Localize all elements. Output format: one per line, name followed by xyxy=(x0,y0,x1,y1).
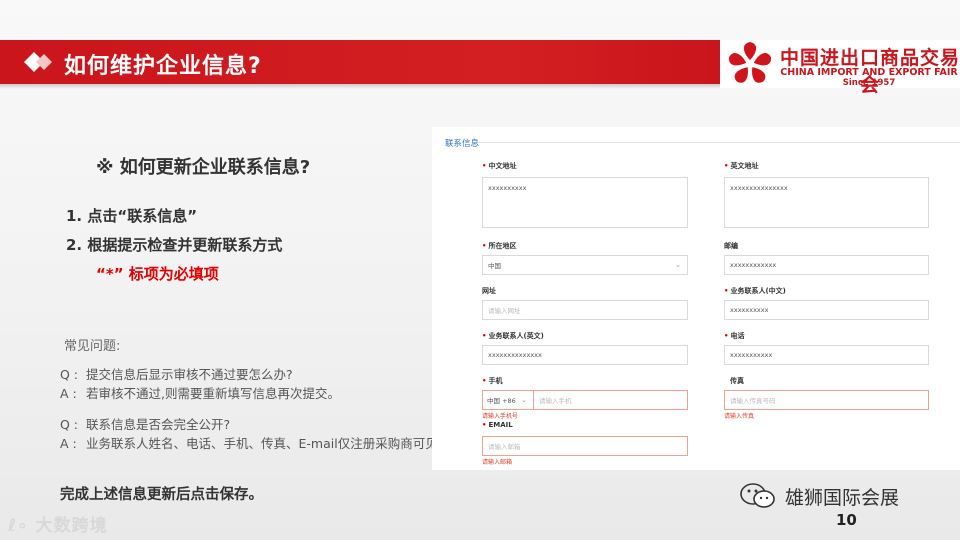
answer-text: 若审核不通过,则需要重新填写信息再次提交。 xyxy=(86,386,340,401)
question-text: 提交信息后显示审核不通过要怎么办? xyxy=(86,367,293,382)
chevron-down-icon: ⌄ xyxy=(675,261,681,269)
contact-cn-label: • 业务联系人(中文) xyxy=(724,287,786,295)
website-input[interactable]: 请输入网址 xyxy=(482,300,688,320)
email-error: 请输入邮箱 xyxy=(482,459,513,466)
cn-address-label: • 中文地址 xyxy=(482,162,517,170)
watermark-right: 雄狮国际会展 xyxy=(785,487,900,509)
answer-label: A : xyxy=(60,386,77,401)
mobile-error: 请输入手机号 xyxy=(482,413,519,420)
faq-item: Q : 提交信息后显示审核不通过要怎么办? A : 若审核不通过,则需要重新填写信息… xyxy=(60,365,340,403)
faq-item: Q : 联系信息是否会完全公开? A : 业务联系人姓名、电话、手机、传真、E-ma… xyxy=(60,415,450,453)
cn-address-input[interactable]: xxxxxxxxxx xyxy=(482,177,688,228)
region-select[interactable]: 中国 ⌄ xyxy=(482,255,688,275)
fax-error: 请输入传真 xyxy=(724,413,755,420)
fax-input[interactable]: 请输入传真号码 xyxy=(724,390,929,410)
contact-en-label: • 业务联系人(英文) xyxy=(482,332,544,340)
logo-since: Since 1957 xyxy=(842,78,896,88)
mobile-label: • 手机 xyxy=(482,377,503,385)
required-field-note: “*” 标项为必填项 xyxy=(96,265,219,283)
website-label: 网址 xyxy=(482,287,496,295)
email-input[interactable]: 请输入邮箱 xyxy=(482,436,688,456)
form-section-title: 联系信息 xyxy=(445,139,480,149)
canton-fair-flower-logo-icon xyxy=(729,42,771,83)
page-number: 10 xyxy=(836,511,857,529)
phone-label: • 电话 xyxy=(724,332,745,340)
answer-label: A : xyxy=(60,436,77,451)
step-item: 1. 点击“联系信息” xyxy=(66,207,198,225)
en-address-input[interactable]: xxxxxxxxxxxxxxx xyxy=(724,177,929,228)
country-code-select[interactable]: 中国 +86 ⌄ xyxy=(482,390,534,410)
answer-text: 业务联系人姓名、电话、手机、传真、E-mail仅注册采购商可见。 xyxy=(86,436,451,451)
title-bar-shadow xyxy=(0,84,720,89)
chevron-down-icon: ⌄ xyxy=(521,396,527,404)
question-text: 联系信息是否会完全公开? xyxy=(86,417,231,432)
watermark-left: ℓ∘ 大数跨境 xyxy=(8,516,108,536)
contact-en-input[interactable]: xxxxxxxxxxxxxx xyxy=(482,345,688,365)
section-subtitle: ※ 如何更新企业联系信息? xyxy=(96,157,311,178)
mobile-input[interactable]: 请输入手机 xyxy=(533,390,688,410)
steps-list: 1. 点击“联系信息” 2. 根据提示检查并更新联系方式 xyxy=(66,205,282,263)
question-label: Q : xyxy=(60,417,79,432)
postcode-input[interactable]: xxxxxxxxxxxx xyxy=(724,255,929,275)
step-item: 2. 根据提示检查并更新联系方式 xyxy=(66,236,283,254)
form-section-divider xyxy=(478,142,960,143)
wechat-icon xyxy=(740,483,775,508)
contact-cn-input[interactable]: xxxxxxxxxx xyxy=(724,300,929,320)
region-label: • 所在地区 xyxy=(482,242,517,250)
phone-input[interactable]: xxxxxxxxxxx xyxy=(724,345,929,365)
email-label: • EMAIL xyxy=(482,421,513,429)
final-note: 完成上述信息更新后点击保存。 xyxy=(60,487,263,503)
page-title: 如何维护企业信息? xyxy=(64,54,262,79)
diamond-bullet-icon xyxy=(24,52,52,72)
fax-label: 传真 xyxy=(730,377,744,385)
logo-english-name: CHINA IMPORT AND EXPORT FAIR xyxy=(780,67,958,78)
postcode-label: 邮编 xyxy=(724,242,738,250)
question-label: Q : xyxy=(60,367,79,382)
en-address-label: • 英文地址 xyxy=(724,162,759,170)
faq-title: 常见问题: xyxy=(64,339,121,354)
